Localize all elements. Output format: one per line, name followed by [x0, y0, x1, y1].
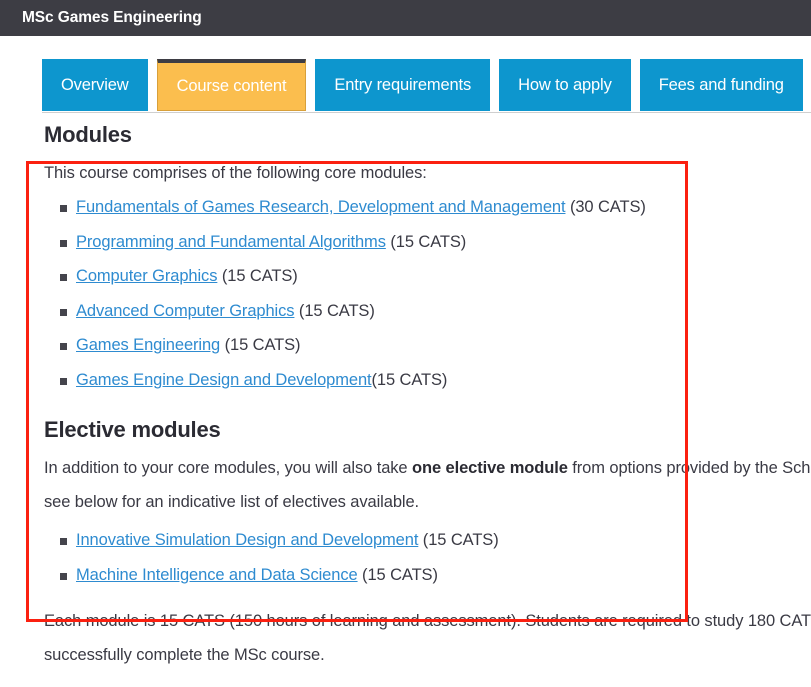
- tab-course-content[interactable]: Course content: [157, 59, 307, 111]
- elective-modules-list: Innovative Simulation Design and Develop…: [0, 523, 811, 592]
- module-credits: (15 CATS): [294, 302, 374, 320]
- elective-intro-text: In addition to your core modules, you wi…: [0, 451, 811, 519]
- bullet-icon: [60, 309, 67, 316]
- module-credits: (15 CATS): [220, 336, 300, 354]
- module-link[interactable]: Computer Graphics: [76, 267, 217, 285]
- module-link[interactable]: Games Engine Design and Development: [76, 371, 372, 389]
- module-link[interactable]: Programming and Fundamental Algorithms: [76, 233, 386, 251]
- list-item: Games Engineering (15 CATS): [0, 328, 811, 363]
- list-item: Programming and Fundamental Algorithms (…: [0, 225, 811, 260]
- modules-intro-text: This course comprises of the following c…: [0, 156, 811, 190]
- module-link[interactable]: Innovative Simulation Design and Develop…: [76, 531, 418, 549]
- elective-intro-emphasis: one elective module: [412, 459, 568, 477]
- active-tab-pointer-triangle: [96, 36, 116, 45]
- tab-how-to-apply[interactable]: How to apply: [499, 59, 631, 111]
- module-credits: (15 CATS): [217, 267, 297, 285]
- bullet-icon: [60, 573, 67, 580]
- bullet-icon: [60, 343, 67, 350]
- list-item: Computer Graphics (15 CATS): [0, 259, 811, 294]
- bullet-icon: [60, 538, 67, 545]
- bullet-icon: [60, 378, 67, 385]
- module-link[interactable]: Fundamentals of Games Research, Developm…: [76, 198, 565, 216]
- cats-footer-line-1: Each module is 15 CATS (150 hours of lea…: [0, 604, 811, 638]
- core-modules-list: Fundamentals of Games Research, Developm…: [0, 190, 811, 397]
- tab-overview[interactable]: Overview: [42, 59, 148, 111]
- course-title-bar: MSc Games Engineering: [0, 0, 811, 36]
- elective-modules-heading: Elective modules: [0, 415, 811, 445]
- bullet-icon: [60, 274, 67, 281]
- elective-intro-part1: In addition to your core modules, you wi…: [44, 459, 412, 477]
- module-credits: (15 CATS): [418, 531, 498, 549]
- course-tab-bar[interactable]: Overview Course content Entry requiremen…: [42, 59, 811, 111]
- list-item: Games Engine Design and Development(15 C…: [0, 363, 811, 398]
- tab-fees-and-funding[interactable]: Fees and funding: [640, 59, 803, 111]
- list-item: Machine Intelligence and Data Science (1…: [0, 558, 811, 593]
- module-credits: (15 CATS): [372, 371, 448, 389]
- course-content-panel: Modules This course comprises of the fol…: [0, 120, 811, 672]
- module-credits: (15 CATS): [358, 566, 438, 584]
- tab-entry-requirements[interactable]: Entry requirements: [315, 59, 490, 111]
- course-title: MSc Games Engineering: [22, 9, 202, 27]
- module-credits: (15 CATS): [386, 233, 466, 251]
- tab-bar-underline: [42, 112, 811, 113]
- modules-heading: Modules: [0, 120, 811, 150]
- list-item: Advanced Computer Graphics (15 CATS): [0, 294, 811, 329]
- bullet-icon: [60, 205, 67, 212]
- list-item: Innovative Simulation Design and Develop…: [0, 523, 811, 558]
- module-link[interactable]: Games Engineering: [76, 336, 220, 354]
- module-link[interactable]: Advanced Computer Graphics: [76, 302, 294, 320]
- cats-footer-line-2: successfully complete the MSc course.: [0, 638, 811, 672]
- bullet-icon: [60, 240, 67, 247]
- module-link[interactable]: Machine Intelligence and Data Science: [76, 566, 358, 584]
- list-item: Fundamentals of Games Research, Developm…: [0, 190, 811, 225]
- module-credits: (30 CATS): [565, 198, 645, 216]
- elective-intro-part2: from options provided by the School,: [568, 459, 811, 477]
- elective-intro-line2: see below for an indicative list of elec…: [44, 493, 419, 511]
